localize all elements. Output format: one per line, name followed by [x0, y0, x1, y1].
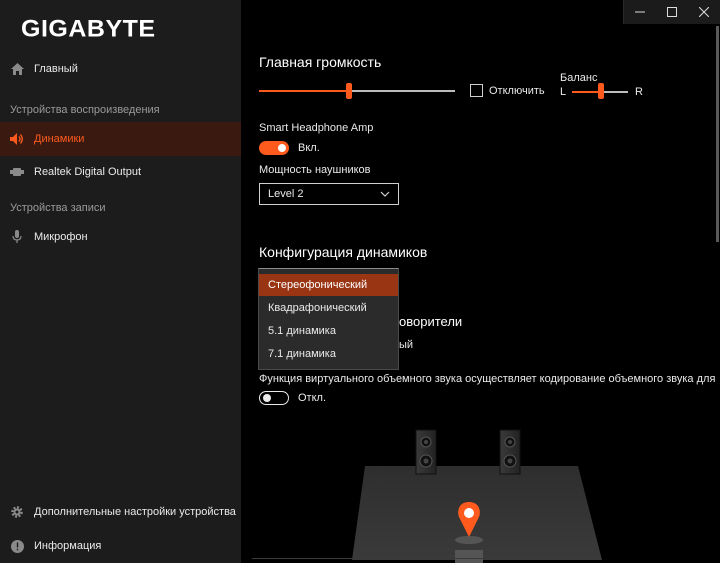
dropdown-option-stereo[interactable]: Стереофонический — [259, 274, 398, 296]
sidebar-item-label: Дополнительные настройки устройства — [34, 506, 236, 518]
speaker-visualization — [352, 429, 602, 563]
volume-title: Главная громкость — [259, 54, 382, 70]
sidebar-item-realtek[interactable]: Realtek Digital Output — [0, 155, 241, 189]
volume-slider-thumb[interactable] — [346, 83, 352, 99]
balance-slider-thumb[interactable] — [598, 83, 604, 99]
minimize-icon — [635, 11, 645, 13]
sidebar-item-info[interactable]: Информация — [0, 529, 241, 563]
virtual-surround-toggle[interactable] — [259, 391, 289, 405]
info-icon — [10, 539, 24, 553]
dropdown-option-5-1[interactable]: 5.1 динамика — [259, 320, 398, 342]
close-button[interactable] — [688, 0, 720, 24]
balance-left-label: L — [560, 86, 567, 98]
home-icon — [10, 62, 24, 76]
balance-label: Баланс — [560, 72, 598, 84]
balance-right-label: R — [635, 86, 643, 98]
toggle-knob — [278, 144, 286, 152]
microphone-icon — [10, 230, 24, 244]
dropdown-option-7-1[interactable]: 7.1 динамика — [259, 343, 398, 365]
partial-checkbox-label: ый — [399, 339, 414, 351]
speaker-config-dropdown[interactable]: Стереофонический Квадрафонический 5.1 ди… — [258, 268, 399, 370]
minimize-button[interactable] — [624, 0, 656, 24]
sidebar-item-label: Главный — [34, 63, 78, 75]
volume-slider-fill — [259, 90, 347, 92]
left-speaker-icon — [415, 429, 437, 475]
toggle-knob — [263, 393, 271, 402]
chevron-down-icon — [380, 191, 390, 197]
dropdown-option-quad[interactable]: Квадрафонический — [259, 297, 398, 319]
balance-slider-fill — [572, 91, 600, 93]
sidebar-item-home[interactable]: Главный — [0, 52, 241, 86]
sidebar-item-label: Динамики — [34, 133, 85, 145]
speaker-icon — [10, 132, 24, 146]
right-speaker-icon — [499, 429, 521, 475]
window-controls — [623, 0, 720, 24]
headphone-power-value: Level 2 — [268, 188, 304, 200]
maximize-icon — [667, 7, 677, 17]
playback-section-label: Устройства воспроизведения — [10, 104, 160, 116]
divider — [252, 558, 527, 559]
listener-base — [455, 550, 483, 563]
digital-output-icon — [10, 165, 24, 179]
headphone-power-label: Мощность наушников — [259, 164, 371, 176]
speaker-config-title: Конфигурация динамиков — [259, 244, 428, 260]
app-logo: GIGABYTE — [21, 15, 156, 43]
sidebar-item-label: Информация — [34, 540, 102, 552]
recording-section-label: Устройства записи — [10, 202, 106, 214]
mute-checkbox[interactable] — [470, 84, 483, 97]
sidebar-item-advanced[interactable]: Дополнительные настройки устройства — [0, 495, 241, 529]
virtual-surround-toggle-label: Откл. — [298, 392, 327, 404]
virtual-surround-description: Функция виртуального объемного звука осу… — [259, 373, 717, 385]
main-scrollbar[interactable] — [716, 26, 719, 242]
sidebar-item-microphone[interactable]: Микрофон — [0, 220, 241, 254]
amp-toggle[interactable] — [259, 141, 289, 155]
maximize-button[interactable] — [656, 0, 688, 24]
partial-heading: оворители — [399, 314, 463, 329]
sidebar-item-label: Микрофон — [34, 231, 88, 243]
amp-toggle-label: Вкл. — [298, 142, 320, 154]
amp-label: Smart Headphone Amp — [259, 122, 374, 134]
gear-icon — [10, 505, 24, 519]
sidebar-item-label: Realtek Digital Output — [34, 166, 141, 178]
headphone-power-select[interactable]: Level 2 — [259, 183, 399, 205]
sidebar-item-speakers[interactable]: Динамики — [0, 122, 241, 156]
sidebar: GIGABYTE Главный Устройства воспроизведе… — [0, 0, 241, 563]
mute-label: Отключить — [489, 85, 545, 97]
close-icon — [699, 7, 709, 17]
